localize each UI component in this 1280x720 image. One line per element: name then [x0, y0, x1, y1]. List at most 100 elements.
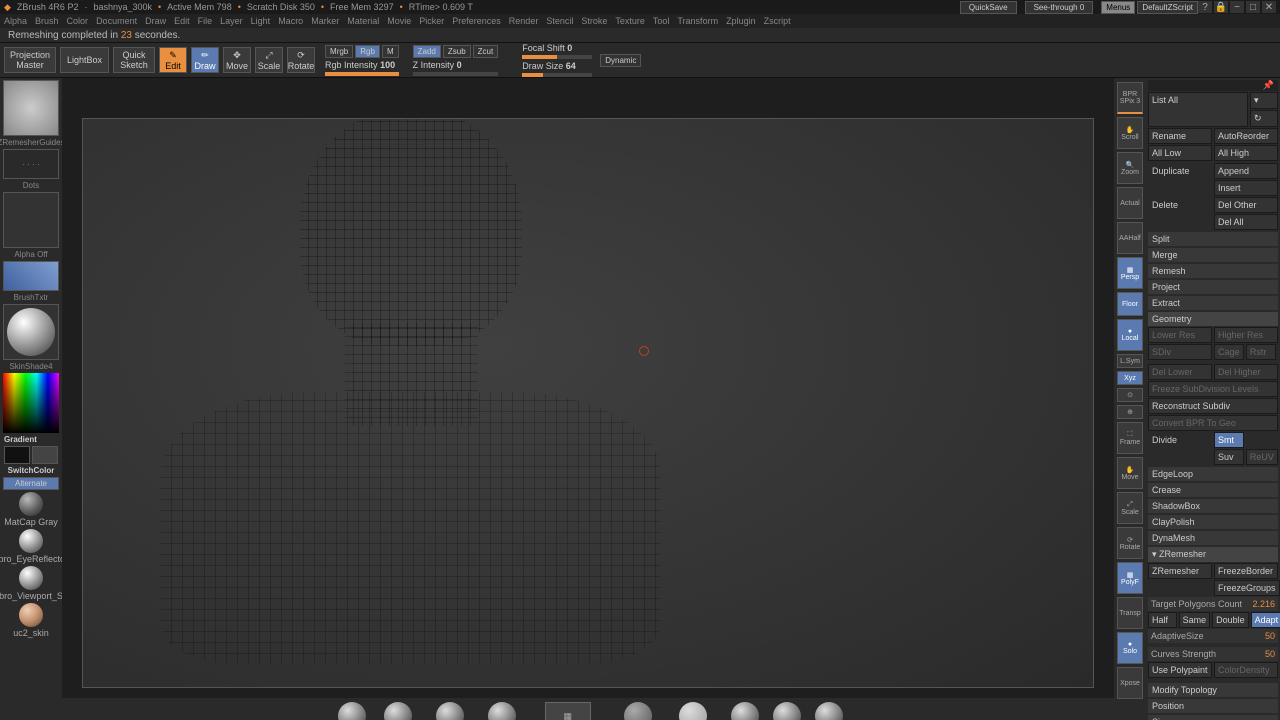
alternate-button[interactable]: Alternate [3, 477, 59, 490]
menu-item[interactable]: Movie [387, 16, 411, 26]
zoom-button[interactable]: 🔍Zoom [1117, 152, 1143, 184]
quicksketch-button[interactable]: Quick Sketch [113, 47, 155, 73]
menu-item[interactable]: Alpha [4, 16, 27, 26]
solo-button[interactable]: ●Solo [1117, 632, 1143, 664]
dellower-button[interactable]: Del Lower [1148, 364, 1212, 380]
material-item[interactable]: MatCap Gray [4, 492, 58, 527]
dynamic-button[interactable]: Dynamic [600, 54, 641, 67]
menu-item[interactable]: Document [96, 16, 137, 26]
maximize-icon[interactable]: □ [1246, 1, 1260, 13]
rgb-intensity-slider[interactable]: Rgb Intensity 100 [325, 60, 399, 76]
brush-item[interactable]: Topology [620, 702, 656, 720]
brush-item[interactable]: Flatten [815, 702, 843, 720]
menu-item[interactable]: Material [347, 16, 379, 26]
frame-button[interactable]: ⛶Frame [1117, 422, 1143, 454]
delete-button[interactable]: Delete [1148, 197, 1212, 213]
duplicate-button[interactable]: Duplicate [1148, 163, 1212, 179]
delother-button[interactable]: Del Other [1214, 197, 1278, 213]
modify-topology-section[interactable]: Modify Topology [1148, 683, 1278, 697]
minimize-icon[interactable]: − [1230, 1, 1244, 13]
claypolish-section[interactable]: ClayPolish [1148, 515, 1278, 529]
target-polygons-slider[interactable]: Target Polygons Count2.216 [1148, 597, 1278, 611]
menu-item[interactable]: Edit [174, 16, 190, 26]
brush-item[interactable]: Standard [333, 702, 370, 720]
polyf-button[interactable]: ▦PolyF [1117, 562, 1143, 594]
allhigh-button[interactable]: All High [1214, 145, 1278, 161]
arrow-cycle-icon[interactable]: ↻ [1250, 110, 1278, 127]
adaptive-size-slider[interactable]: AdaptiveSize50 [1148, 629, 1278, 643]
mrgb-button[interactable]: Mrgb [325, 45, 353, 58]
brush-item[interactable]: ClayBuildup [426, 702, 474, 720]
brush-thumbnail[interactable] [3, 80, 59, 136]
help-icon[interactable]: ? [1198, 1, 1212, 13]
zsub-button[interactable]: Zsub [443, 45, 471, 58]
menu-item[interactable]: Stroke [581, 16, 607, 26]
xpose-button[interactable]: Xpose [1117, 667, 1143, 699]
zremesher-button[interactable]: ZRemesher [1148, 563, 1212, 579]
insert-button[interactable]: Insert [1214, 180, 1278, 196]
menu-item[interactable]: Transform [677, 16, 718, 26]
material-item[interactable]: zbro_Viewport_Sk [0, 566, 67, 601]
adapt-button[interactable]: Adapt [1251, 612, 1280, 628]
seethrough-slider[interactable]: See-through 0 [1025, 1, 1094, 14]
reuv-button[interactable]: ReUV [1246, 449, 1278, 465]
menu-item[interactable]: Brush [35, 16, 59, 26]
menu-item[interactable]: Macro [278, 16, 303, 26]
scroll-button[interactable]: ✋Scroll [1117, 117, 1143, 149]
material-item[interactable]: zbro_EyeReflector [0, 529, 68, 564]
projection-master-button[interactable]: Projection Master [4, 47, 56, 73]
same-button[interactable]: Same [1179, 612, 1211, 628]
texture-thumbnail[interactable] [3, 261, 59, 291]
edgeloop-section[interactable]: EdgeLoop [1148, 467, 1278, 481]
menu-item[interactable]: Zscript [764, 16, 791, 26]
menu-item[interactable]: Preferences [452, 16, 501, 26]
listall-button[interactable]: List All [1148, 92, 1248, 127]
color-picker[interactable] [3, 373, 59, 433]
menu-item[interactable]: Tool [653, 16, 670, 26]
close-icon[interactable]: ✕ [1262, 1, 1276, 13]
menu-item[interactable]: Zplugin [726, 16, 756, 26]
actual-button[interactable]: Actual [1117, 187, 1143, 219]
freezeborder-button[interactable]: FreezeBorder [1214, 563, 1278, 579]
menus-button[interactable]: Menus [1101, 1, 1135, 14]
lsym-button[interactable]: L.Sym [1117, 354, 1143, 368]
move-button[interactable]: ✥Move [223, 47, 251, 73]
z-intensity-slider[interactable]: Z Intensity 0 [413, 60, 499, 76]
dynamesh-section[interactable]: DynaMesh [1148, 531, 1278, 545]
colordensity-button[interactable]: ColorDensity [1214, 662, 1278, 678]
reconstruct-button[interactable]: Reconstruct Subdiv [1148, 398, 1278, 414]
menu-item[interactable]: Color [67, 16, 89, 26]
brush-item[interactable]: Move [384, 702, 412, 720]
delall-button[interactable]: Del All [1214, 214, 1278, 230]
extract-section[interactable]: Extract [1148, 296, 1278, 310]
rgb-button[interactable]: Rgb [355, 45, 380, 58]
z-axis-button[interactable]: ⊕ [1117, 405, 1143, 419]
brush-item[interactable]: Clay [731, 702, 759, 720]
rename-button[interactable]: Rename [1148, 128, 1212, 144]
smt-button[interactable]: Smt [1214, 432, 1244, 448]
lowerres-button[interactable]: Lower Res [1148, 327, 1212, 343]
nav-scale-button[interactable]: ⤢Scale [1117, 492, 1143, 524]
use-polypaint-button[interactable]: Use Polypaint [1148, 662, 1212, 678]
nav-rotate-button[interactable]: ⟳Rotate [1117, 527, 1143, 559]
zremesher-section[interactable]: ▾ ZRemesher [1148, 547, 1278, 562]
convertbpr-button[interactable]: Convert BPR To Geo [1148, 415, 1278, 431]
remesh-section[interactable]: Remesh [1148, 264, 1278, 278]
m-button[interactable]: M [382, 45, 399, 58]
menu-item[interactable]: Stencil [546, 16, 573, 26]
shadowbox-section[interactable]: ShadowBox [1148, 499, 1278, 513]
menu-item[interactable]: Render [509, 16, 539, 26]
draw-size-slider[interactable]: Draw Size 64 [522, 61, 592, 77]
alpha-thumbnail[interactable] [3, 192, 59, 248]
stroke-thumbnail[interactable]: · · · · [3, 149, 59, 179]
viewport[interactable] [82, 118, 1094, 688]
edit-button[interactable]: ✎Edit [159, 47, 187, 73]
project-section[interactable]: Project [1148, 280, 1278, 294]
lightbox-button[interactable]: LightBox [60, 47, 109, 73]
position-section[interactable]: Position [1148, 699, 1278, 713]
menu-item[interactable]: Marker [311, 16, 339, 26]
zcut-button[interactable]: Zcut [473, 45, 499, 58]
brush-item[interactable]: Inflat [773, 702, 801, 720]
focal-shift-slider[interactable]: Focal Shift 0 [522, 43, 592, 59]
suv-button[interactable]: Suv [1214, 449, 1244, 465]
